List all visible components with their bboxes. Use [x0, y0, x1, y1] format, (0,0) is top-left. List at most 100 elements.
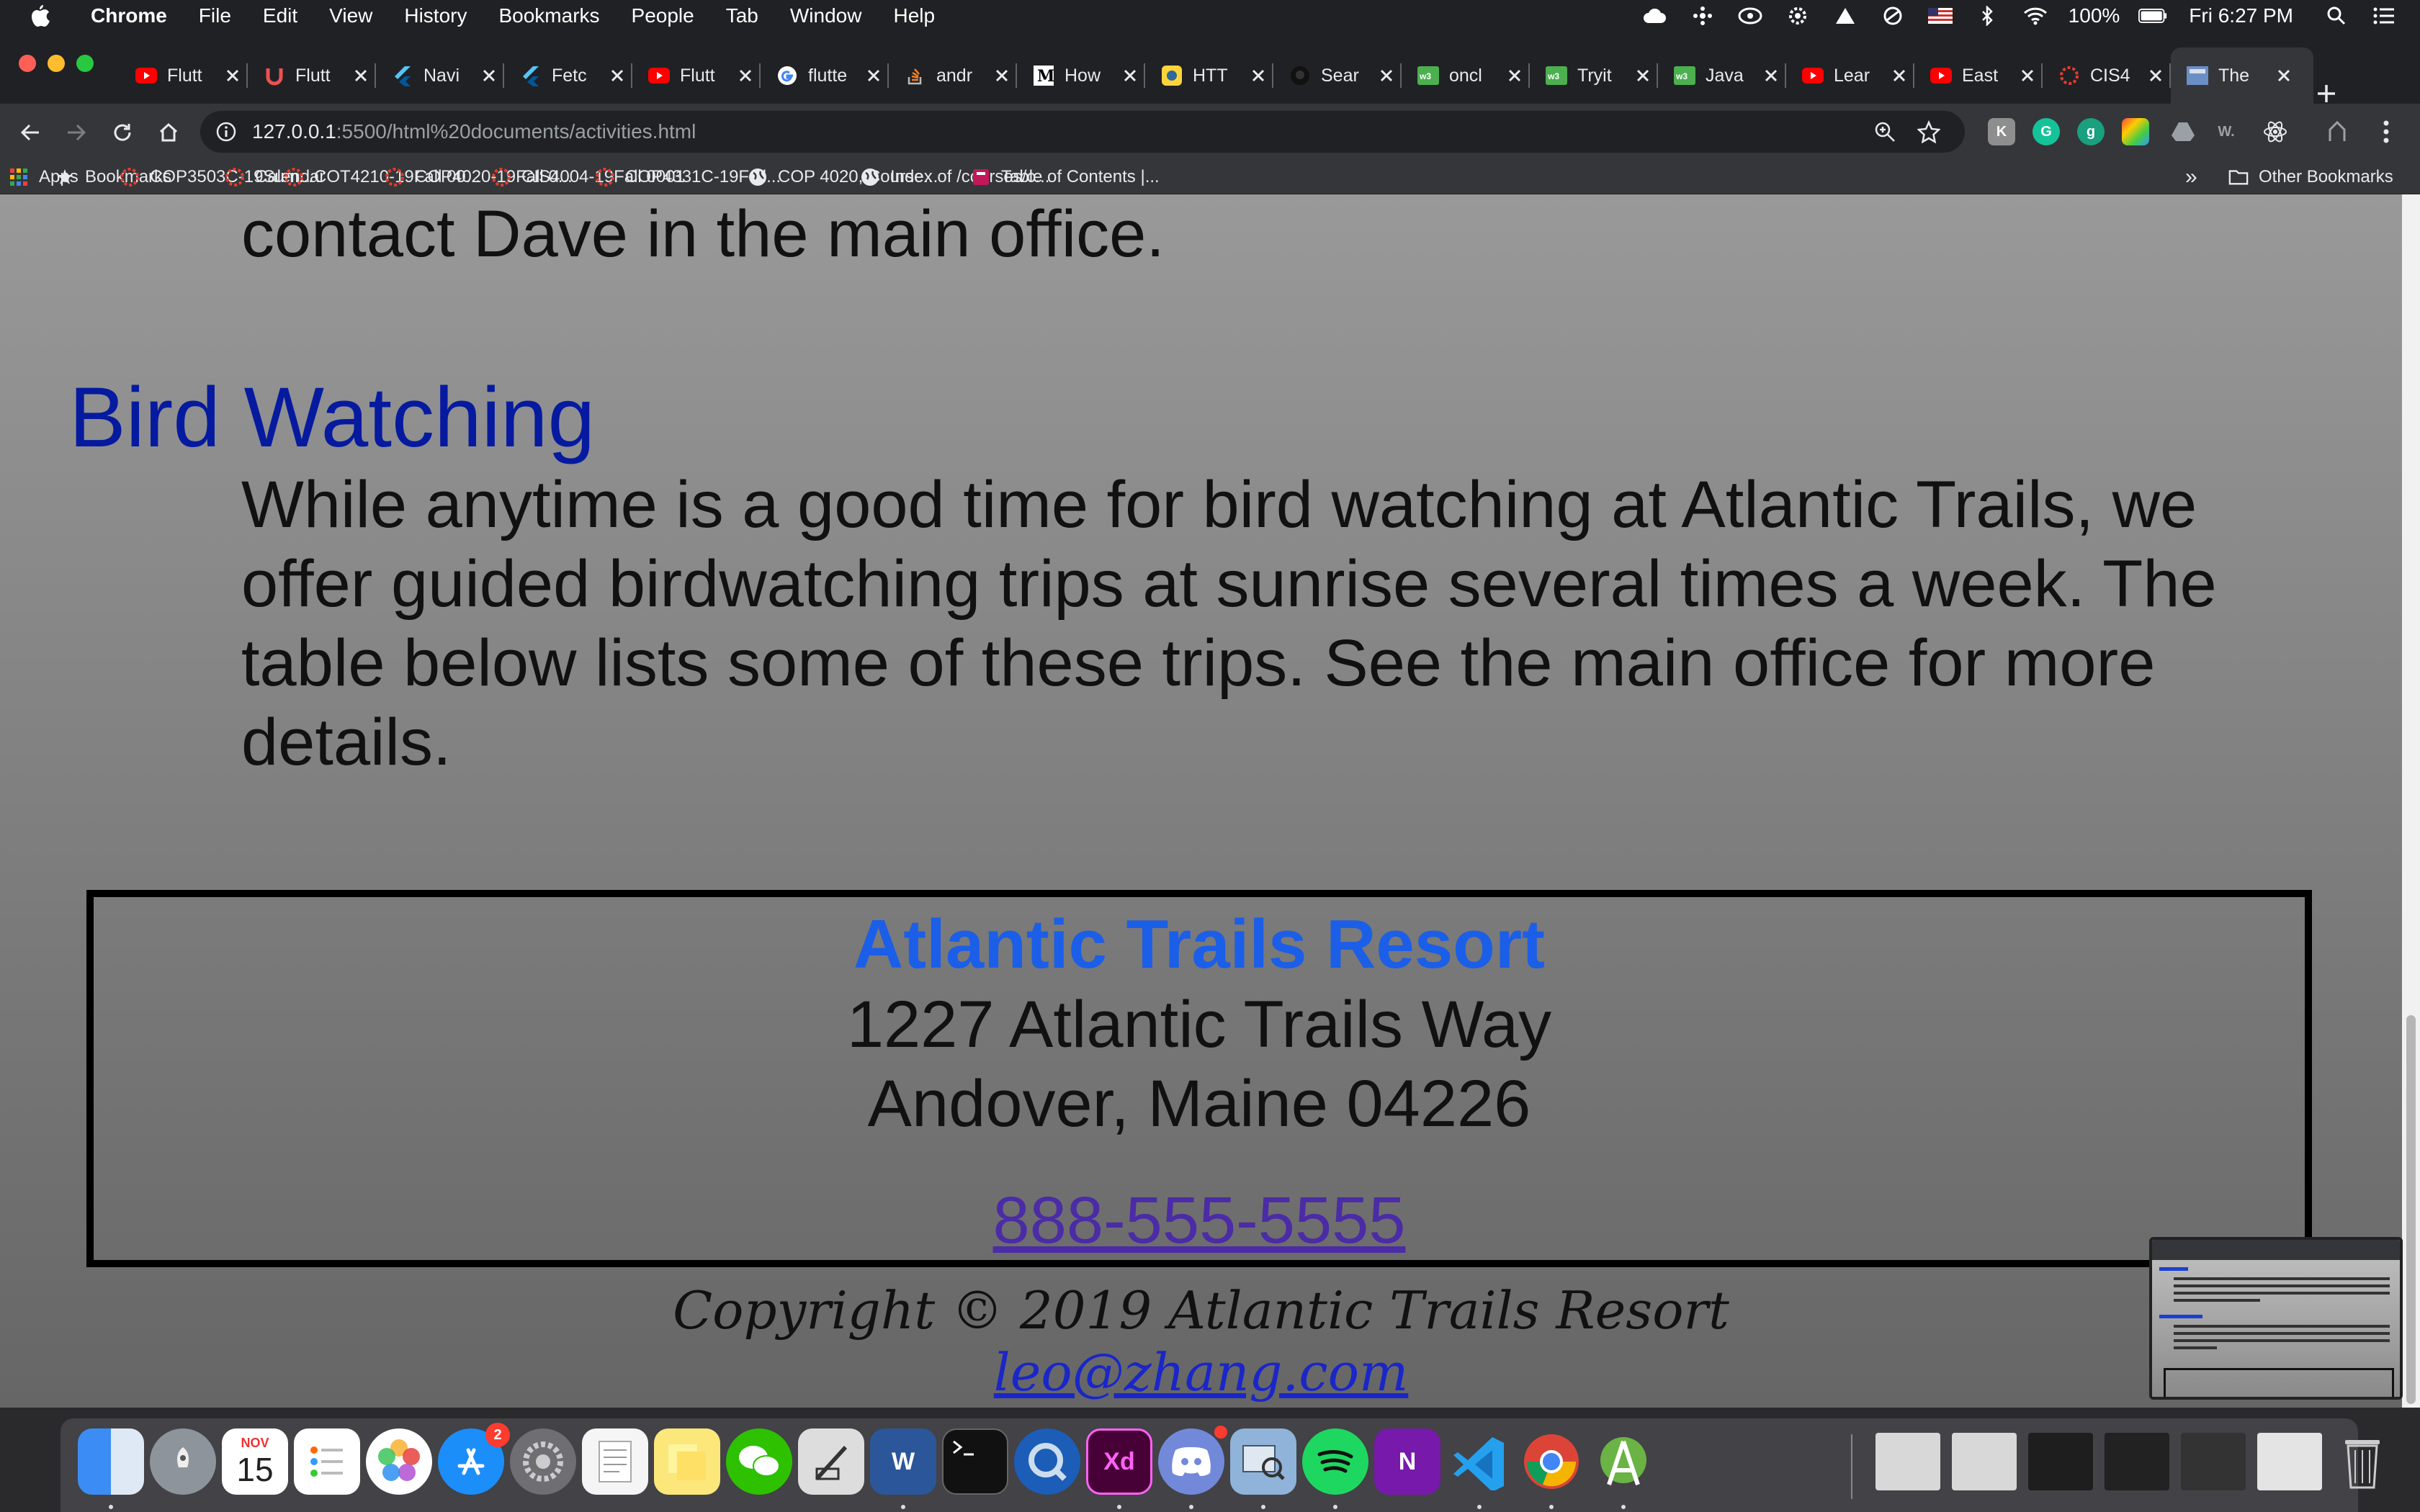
wifi-icon[interactable]	[2021, 5, 2050, 27]
window-minimize-button[interactable]	[48, 55, 65, 72]
extension-drive-icon[interactable]	[2169, 118, 2197, 145]
settings-gear-status-icon[interactable]	[1783, 5, 1812, 27]
tab-close-icon[interactable]	[735, 65, 756, 86]
sparkle-icon[interactable]	[1688, 5, 1717, 27]
photos-icon[interactable]	[366, 1428, 432, 1495]
notification-center-icon[interactable]	[2370, 5, 2398, 27]
terminal-icon[interactable]	[942, 1428, 1008, 1495]
back-arrow-icon[interactable]	[16, 118, 45, 147]
microsoft-word-icon[interactable]: W	[870, 1428, 936, 1495]
creative-cloud-sync-icon[interactable]	[1736, 5, 1765, 27]
tab-close-icon[interactable]	[1888, 65, 1910, 86]
tab-close-icon[interactable]	[2273, 65, 2295, 86]
tab-3[interactable]: Fetc	[504, 48, 632, 104]
tab-4[interactable]: Flutt	[632, 48, 761, 104]
minimized-window-1[interactable]	[1876, 1433, 1940, 1490]
other-bookmarks[interactable]: Other Bookmarks	[2228, 160, 2393, 194]
tab-close-icon[interactable]	[478, 65, 500, 86]
reminders-icon[interactable]	[294, 1428, 360, 1495]
tab-close-icon[interactable]	[2145, 65, 2166, 86]
creative-cloud-icon[interactable]	[1641, 5, 1670, 27]
tab-close-icon[interactable]	[1504, 65, 1525, 86]
preview-icon[interactable]	[1230, 1428, 1296, 1495]
tab-close-icon[interactable]	[1760, 65, 1782, 86]
page-scrollbar[interactable]	[2402, 194, 2420, 1408]
menu-window[interactable]: Window	[790, 4, 862, 27]
menu-bookmarks[interactable]: Bookmarks	[498, 4, 599, 27]
phone-link[interactable]: 888-555-5555	[94, 1181, 2305, 1260]
extension-react-icon[interactable]	[2262, 118, 2289, 145]
tab-13[interactable]: Lear	[1786, 48, 1914, 104]
finder-icon[interactable]	[78, 1428, 144, 1495]
chrome-menu-icon[interactable]	[2372, 118, 2400, 145]
adobe-xd-icon[interactable]: Xd	[1086, 1428, 1152, 1495]
extension-grammarly-icon[interactable]: G	[2033, 118, 2060, 145]
url-text[interactable]: 127.0.0.1:5500/html%20documents/activiti…	[252, 120, 696, 143]
bookmark-10[interactable]: Table of Contents |...	[971, 160, 1160, 194]
minimized-window-3[interactable]	[2028, 1433, 2093, 1490]
bluetooth-icon[interactable]	[1973, 5, 2002, 27]
minimized-window-5[interactable]	[2181, 1433, 2246, 1490]
menu-tab[interactable]: Tab	[726, 4, 758, 27]
extension-colorful-icon[interactable]	[2122, 118, 2149, 145]
tab-11[interactable]: w3 Tryit	[1530, 48, 1658, 104]
tab-6[interactable]: andr	[889, 48, 1017, 104]
android-studio-icon[interactable]	[1590, 1428, 1657, 1495]
wechat-icon[interactable]	[726, 1428, 792, 1495]
address-bar[interactable]: 127.0.0.1:5500/html%20documents/activiti…	[200, 111, 1965, 153]
extension-badge-9-icon[interactable]: g	[2077, 118, 2105, 145]
tab-9[interactable]: Sear	[1273, 48, 1402, 104]
vscode-icon[interactable]	[1446, 1428, 1512, 1495]
tab-5[interactable]: flutte	[761, 48, 889, 104]
screenshot-preview-thumbnail[interactable]	[2149, 1237, 2403, 1400]
home-icon[interactable]	[154, 118, 183, 147]
extension-w-icon[interactable]: W.	[2213, 118, 2240, 145]
menu-people[interactable]: People	[632, 4, 694, 27]
tab-7[interactable]: M How	[1017, 48, 1145, 104]
quicktime-icon[interactable]	[1014, 1428, 1080, 1495]
tab-8[interactable]: HTT	[1145, 48, 1273, 104]
email-link[interactable]: leo@zhang.com	[0, 1342, 2402, 1403]
tab-close-icon[interactable]	[606, 65, 628, 86]
menubar-clock[interactable]: Fri 6:27 PM	[2189, 4, 2293, 27]
minimized-window-2[interactable]	[1952, 1433, 2017, 1490]
menu-view[interactable]: View	[329, 4, 372, 27]
launchpad-icon[interactable]	[150, 1428, 216, 1495]
us-flag-input-icon[interactable]	[1926, 5, 1955, 27]
tab-close-icon[interactable]	[863, 65, 884, 86]
tab-2[interactable]: Navi	[376, 48, 504, 104]
apple-menu-icon[interactable]	[29, 4, 65, 28]
site-info-icon[interactable]	[215, 120, 238, 143]
scrollbar-thumb[interactable]	[2406, 1015, 2416, 1404]
spotlight-search-icon[interactable]	[2322, 5, 2351, 27]
bookmark-star-icon[interactable]	[1917, 120, 1941, 147]
window-close-button[interactable]	[19, 55, 36, 72]
trash-icon[interactable]	[2329, 1428, 2396, 1495]
menu-history[interactable]: History	[404, 4, 467, 27]
do-not-disturb-icon[interactable]	[1878, 5, 1907, 27]
tab-close-icon[interactable]	[350, 65, 372, 86]
menu-file[interactable]: File	[199, 4, 231, 27]
tab-close-icon[interactable]	[1119, 65, 1141, 86]
onenote-icon[interactable]: N	[1374, 1428, 1440, 1495]
stickies-icon[interactable]	[654, 1428, 720, 1495]
forward-arrow-icon[interactable]	[62, 118, 91, 147]
menu-help[interactable]: Help	[893, 4, 935, 27]
spotify-icon[interactable]	[1302, 1428, 1368, 1495]
tab-close-icon[interactable]	[2017, 65, 2038, 86]
tab-14[interactable]: East	[1914, 48, 2043, 104]
app-store-icon[interactable]: 2	[438, 1423, 510, 1495]
calendar-icon[interactable]: NOV 15	[222, 1428, 288, 1495]
google-drive-status-icon[interactable]	[1831, 5, 1860, 27]
tab-0[interactable]: Flutt	[120, 48, 248, 104]
tab-close-icon[interactable]	[1632, 65, 1654, 86]
textedit-icon[interactable]	[582, 1428, 648, 1495]
menu-edit[interactable]: Edit	[263, 4, 297, 27]
tab-16-active[interactable]: The	[2171, 48, 2313, 104]
battery-icon[interactable]	[2138, 5, 2167, 27]
minimized-window-6[interactable]	[2257, 1433, 2322, 1490]
system-preferences-icon[interactable]	[510, 1428, 576, 1495]
tab-close-icon[interactable]	[1376, 65, 1397, 86]
reload-icon[interactable]	[108, 118, 137, 147]
menu-app-name[interactable]: Chrome	[91, 4, 167, 27]
